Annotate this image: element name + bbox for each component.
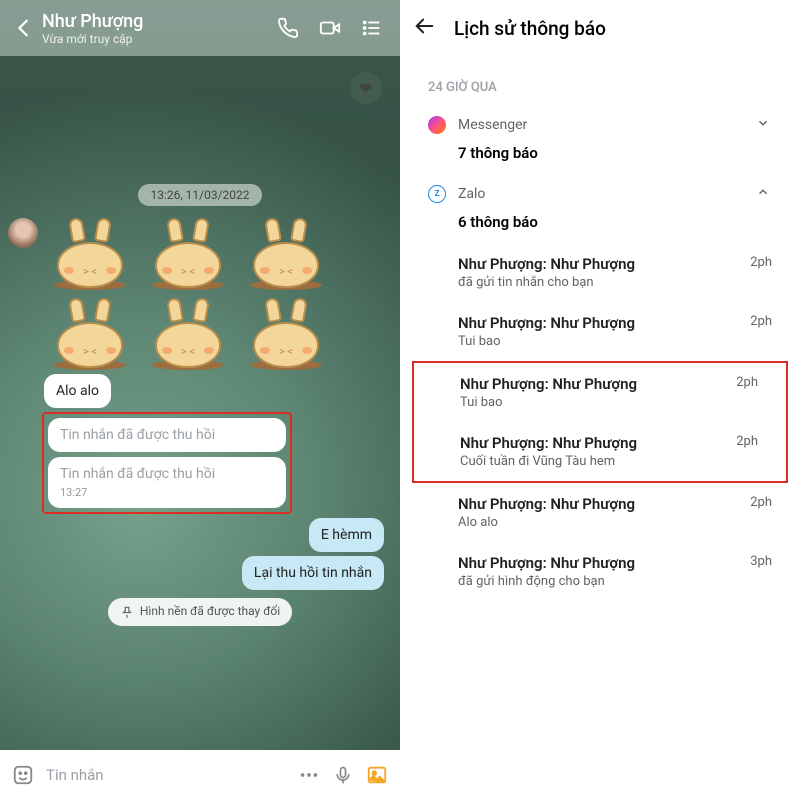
notif-sender: Như Phượng: Như Phượng — [460, 434, 726, 452]
message-time: 13:27 — [60, 486, 274, 500]
message-input[interactable]: Tin nhắn — [46, 766, 286, 784]
bunny-sticker[interactable]: > < — [240, 216, 332, 290]
notif-time: 2ph — [750, 495, 772, 510]
messenger-icon — [428, 116, 446, 134]
sticker-picker-icon[interactable] — [12, 764, 34, 786]
notification-item[interactable]: Như Phượng: Như Phượng Alo alo 2ph — [400, 483, 800, 542]
app-name: Zalo — [458, 186, 756, 202]
system-bg-changed[interactable]: Hình nền đã được thay đổi — [108, 598, 292, 626]
page-title: Lịch sử thông báo — [454, 17, 606, 40]
notif-time: 2ph — [750, 314, 772, 329]
message-incoming[interactable]: Alo alo — [8, 374, 392, 408]
contact-block[interactable]: Như Phượng Vừa mới truy cập — [42, 11, 276, 46]
bunny-sticker[interactable]: > < — [142, 296, 234, 370]
notif-sender: Như Phượng: Như Phượng — [458, 554, 740, 572]
notif-body: đã gửi tin nhắn cho bạn — [458, 275, 740, 290]
section-24h: 24 GIỜ QUA — [400, 56, 800, 105]
notif-sender: Như Phượng: Như Phượng — [458, 314, 740, 332]
chat-thread[interactable]: 13:26, 11/03/2022 > < > < > < > < > < > … — [0, 56, 400, 750]
notif-body: Cuối tuần đi Vũng Tàu hem — [460, 454, 726, 469]
message-bubble: E hèmm — [309, 518, 384, 552]
chat-input-bar: Tin nhắn — [0, 750, 400, 800]
messenger-count: 7 thông báo — [400, 144, 800, 174]
notif-time: 2ph — [750, 255, 772, 270]
back-button[interactable] — [12, 17, 36, 39]
thread-timestamp: 13:26, 11/03/2022 — [138, 184, 261, 206]
notif-body: Tui bao — [458, 334, 740, 349]
notif-time: 2ph — [736, 434, 758, 449]
recalled-text: Tin nhắn đã được thu hồi — [60, 466, 215, 482]
notif-sender: Như Phượng: Như Phượng — [458, 495, 740, 513]
bunny-sticker[interactable]: > < — [44, 216, 136, 290]
app-name: Messenger — [458, 117, 756, 133]
bunny-sticker[interactable]: > < — [44, 296, 136, 370]
notification-item[interactable]: Như Phượng: Như Phượng đã gửi hình động … — [400, 542, 800, 601]
message-bubble: Alo alo — [44, 374, 111, 408]
chat-panel: Như Phượng Vừa mới truy cập ❤ 13:26, 11/… — [0, 0, 400, 800]
video-call-icon[interactable] — [318, 16, 342, 40]
notif-sender: Như Phượng: Như Phượng — [460, 375, 726, 393]
message-bubble: Lại thu hồi tin nhắn — [242, 556, 384, 590]
sticker-message: > < > < > < > < > < > < — [8, 216, 392, 370]
app-group-messenger[interactable]: Messenger — [400, 105, 800, 144]
system-text: Hình nền đã được thay đổi — [140, 604, 280, 620]
notification-item[interactable]: Như Phượng: Như Phượng Cuối tuần đi Vũng… — [414, 422, 786, 481]
voice-icon[interactable] — [332, 764, 354, 786]
image-picker-icon[interactable] — [366, 764, 388, 786]
notification-item[interactable]: Như Phượng: Như Phượng đã gửi tin nhắn c… — [400, 243, 800, 302]
more-icon[interactable] — [298, 764, 320, 786]
recalled-message[interactable]: Tin nhắn đã được thu hồi — [48, 418, 286, 452]
notif-body: Alo alo — [458, 515, 740, 530]
contact-status: Vừa mới truy cập — [42, 32, 276, 46]
zalo-count: 6 thông báo — [400, 213, 800, 243]
bunny-sticker[interactable]: > < — [142, 216, 234, 290]
notification-item[interactable]: Như Phượng: Như Phượng Tui bao 2ph — [414, 363, 786, 422]
chevron-up-icon — [756, 184, 772, 203]
voice-call-icon[interactable] — [276, 16, 300, 40]
chevron-down-icon — [756, 115, 772, 134]
back-button[interactable] — [414, 15, 436, 41]
message-outgoing[interactable]: E hèmm — [8, 518, 392, 552]
notif-sender: Như Phượng: Như Phượng — [458, 255, 740, 273]
avatar[interactable] — [8, 218, 38, 248]
notification-item[interactable]: Như Phượng: Như Phượng Tui bao 2ph — [400, 302, 800, 361]
recalled-message[interactable]: Tin nhắn đã được thu hồi 13:27 — [48, 457, 286, 507]
chat-header: Như Phượng Vừa mới truy cập — [0, 0, 400, 56]
zalo-icon: Z — [428, 185, 446, 203]
message-outgoing[interactable]: Lại thu hồi tin nhắn — [8, 556, 392, 590]
notification-history-panel: Lịch sử thông báo 24 GIỜ QUA Messenger 7… — [400, 0, 800, 800]
menu-icon[interactable] — [360, 16, 384, 40]
system-message-row: Hình nền đã được thay đổi — [8, 598, 392, 626]
notif-body: đã gửi hình động cho bạn — [458, 574, 740, 589]
notif-body: Tui bao — [460, 395, 726, 410]
notif-highlight-box: Như Phượng: Như Phượng Tui bao 2ph Như P… — [412, 361, 788, 483]
contact-name: Như Phượng — [42, 11, 276, 32]
pin-icon — [120, 605, 134, 619]
bunny-sticker[interactable]: > < — [240, 296, 332, 370]
notif-time: 3ph — [750, 554, 772, 569]
recalled-highlight-box: Tin nhắn đã được thu hồi Tin nhắn đã đượ… — [42, 412, 292, 514]
notif-header: Lịch sử thông báo — [400, 0, 800, 56]
app-group-zalo[interactable]: Z Zalo — [400, 174, 800, 213]
notif-time: 2ph — [736, 375, 758, 390]
